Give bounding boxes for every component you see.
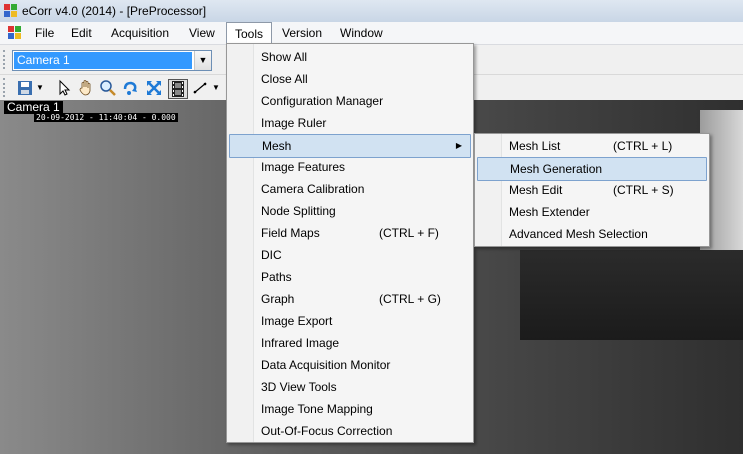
zoom-icon[interactable] [99,79,117,97]
tools-menu-item-graph[interactable]: Graph (CTRL + G) [229,288,469,310]
menu-item-label: Paths [261,270,292,284]
tools-menu-item-infrared-image[interactable]: Infrared Image [229,332,469,354]
tools-menu-item-field-maps[interactable]: Field Maps (CTRL + F) [229,222,469,244]
menu-item-label: Camera Calibration [261,182,365,196]
menu-item-shortcut: (CTRL + S) [613,183,674,197]
measure-dropdown-icon[interactable]: ▼ [212,83,220,92]
menu-window[interactable]: Window [332,22,391,44]
tools-menu-item-close-all[interactable]: Close All [229,68,469,90]
menu-edit[interactable]: Edit [63,22,100,44]
menu-item-label: Mesh Extender [509,205,590,219]
tools-menu-item-image-features[interactable]: Image Features [229,156,469,178]
mesh-menu-item-mesh-extender[interactable]: Mesh Extender [477,201,705,223]
menu-item-label: Mesh Generation [510,162,603,176]
menu-item-label: Image Export [261,314,333,328]
tools-menu-item-image-export[interactable]: Image Export [229,310,469,332]
menu-item-label: Field Maps [261,226,320,240]
mesh-menu-item-mesh-edit[interactable]: Mesh Edit (CTRL + S) [477,179,705,201]
menu-item-label: Advanced Mesh Selection [509,227,648,241]
menu-view[interactable]: View [181,22,223,44]
save-icon[interactable] [16,79,34,97]
menu-item-label: 3D View Tools [261,380,337,394]
menu-file[interactable]: File [27,22,62,44]
menu-item-label: Mesh [262,139,292,153]
tools-menu-item-paths[interactable]: Paths [229,266,469,288]
tools-menu-item-node-splitting[interactable]: Node Splitting [229,200,469,222]
tools-menu-item-dic[interactable]: DIC [229,244,469,266]
menu-item-label: Node Splitting [261,204,336,218]
rotate-icon[interactable] [121,79,139,97]
menu-tools[interactable]: Tools [226,22,273,44]
tools-menu-item-image-tone-mapping[interactable]: Image Tone Mapping [229,398,469,420]
fit-to-window-icon[interactable] [145,79,163,97]
tools-menu-item-data-acquisition-monitor[interactable]: Data Acquisition Monitor [229,354,469,376]
save-dropdown-icon[interactable]: ▼ [36,83,44,92]
tools-menu-item-mesh[interactable]: Mesh ▶ [229,134,471,158]
image-region [520,250,743,340]
submenu-arrow-icon: ▶ [455,141,462,150]
measure-icon[interactable] [192,79,210,97]
timestamp-overlay: 20-09-2012 - 11:40:04 - 0.000 [34,113,178,122]
tools-menu-item-image-ruler[interactable]: Image Ruler [229,112,469,134]
menu-bar: File Edit Acquisition View Tools Version… [0,22,743,45]
menu-item-label: Image Ruler [261,116,327,130]
pan-hand-icon[interactable] [77,79,95,97]
mesh-menu-item-mesh-list[interactable]: Mesh List (CTRL + L) [477,135,705,157]
menu-item-shortcut: (CTRL + G) [379,292,441,306]
menu-item-label: Show All [261,50,308,64]
menu-item-label: Close All [261,72,308,86]
menu-item-label: Out-Of-Focus Correction [261,424,393,438]
menu-item-label: Image Tone Mapping [261,402,373,416]
document-icon[interactable] [8,26,22,40]
menu-item-label: Mesh List [509,139,561,153]
toolbar-grip[interactable] [3,50,8,69]
menu-item-label: Data Acquisition Monitor [261,358,391,372]
toolbar-grip[interactable] [3,78,8,97]
app-icon [4,4,17,17]
title-bar: eCorr v4.0 (2014) - [PreProcessor] [0,0,743,22]
tools-menu-item-camera-calibration[interactable]: Camera Calibration [229,178,469,200]
window-title: eCorr v4.0 (2014) - [PreProcessor] [22,4,207,18]
chevron-down-icon[interactable]: ▼ [194,51,211,70]
mesh-menu-item-advanced-mesh-selection[interactable]: Advanced Mesh Selection [477,223,705,245]
menu-item-label: Image Features [261,160,346,174]
tools-menu-item-out-of-focus-correction[interactable]: Out-Of-Focus Correction [229,420,469,442]
menu-item-label: Graph [261,292,295,306]
camera-select-value: Camera 1 [14,52,192,69]
tools-menu-item-show-all[interactable]: Show All [229,46,469,68]
pointer-icon[interactable] [55,79,73,97]
menu-item-label: Infrared Image [261,336,340,350]
tools-menu-item-configuration-manager[interactable]: Configuration Manager [229,90,469,112]
tools-menu: Show All Close All Configuration Manager Im… [226,43,474,443]
filmstrip-icon[interactable] [168,79,188,99]
mesh-menu-item-mesh-generation[interactable]: Mesh Generation [477,157,707,181]
mesh-submenu: Mesh List (CTRL + L) Mesh Generation Mesh E… [474,133,710,247]
menu-acquisition[interactable]: Acquisition [103,22,177,44]
menu-item-shortcut: (CTRL + L) [613,139,673,153]
tools-menu-item-3d-view-tools[interactable]: 3D View Tools [229,376,469,398]
menu-item-label: Configuration Manager [261,94,384,108]
menu-version[interactable]: Version [274,22,330,44]
menu-item-label: Mesh Edit [509,183,563,197]
camera-select[interactable]: Camera 1 ▼ [12,50,212,71]
menu-item-label: DIC [261,248,282,262]
menu-item-shortcut: (CTRL + F) [379,226,439,240]
